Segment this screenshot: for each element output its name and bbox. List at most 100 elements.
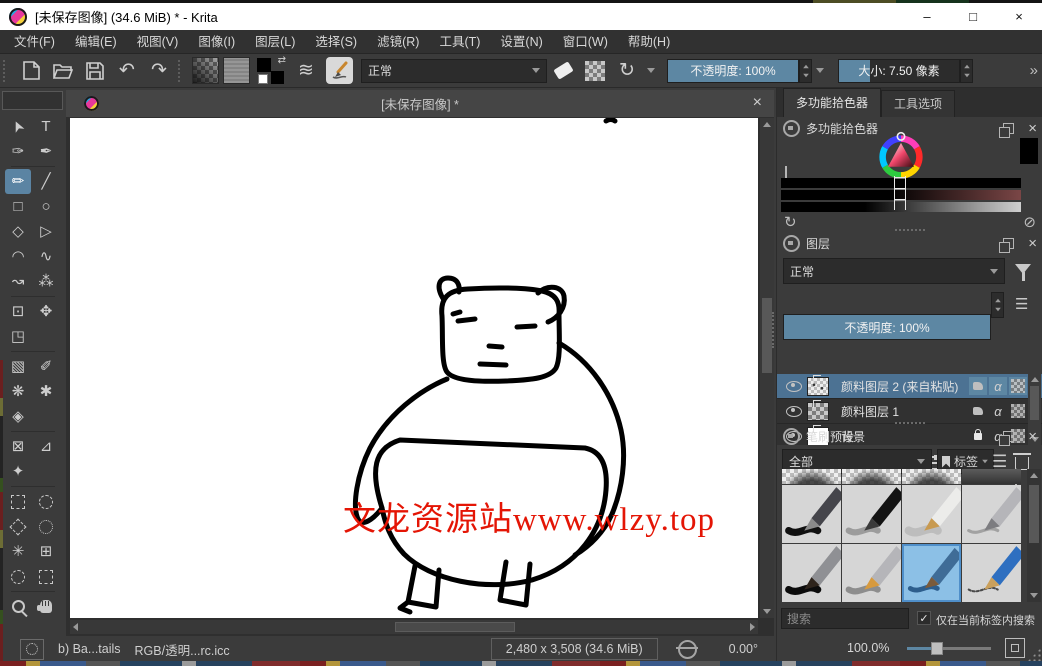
layer-visibility-icon[interactable] xyxy=(786,405,802,417)
rectangle-tool[interactable]: □ xyxy=(5,194,31,219)
close-button[interactable]: × xyxy=(996,3,1042,30)
text-tool[interactable]: T xyxy=(33,114,59,139)
layer-row[interactable]: 颜料图层 2 (来自粘贴) α xyxy=(777,374,1042,399)
preset-blender-brush[interactable] xyxy=(842,544,901,602)
close-docker-icon[interactable]: × xyxy=(1028,236,1037,251)
subwindow-titlebar[interactable]: [未保存图像] * xyxy=(66,90,774,117)
layer-visibility-icon[interactable] xyxy=(786,380,802,392)
crop-tool[interactable]: ◳ xyxy=(5,324,31,349)
toolbox-header[interactable] xyxy=(2,91,63,110)
preset-eraser-soft[interactable] xyxy=(902,469,961,484)
pattern-chooser[interactable] xyxy=(223,57,250,84)
preset-zoom-slider[interactable] xyxy=(907,641,992,655)
layer-filter-icon[interactable] xyxy=(1015,264,1031,281)
layer-alpha-icon[interactable]: α xyxy=(989,402,1007,420)
layer-alpha-inherit-icon[interactable] xyxy=(1009,377,1027,395)
docker-resize-handle[interactable] xyxy=(895,422,925,424)
menu-item[interactable]: 图像(I) xyxy=(188,30,245,54)
panel-splitter[interactable] xyxy=(772,312,778,348)
current-color-swatch[interactable] xyxy=(1020,138,1038,164)
background-color[interactable] xyxy=(271,70,284,84)
select-shapes-tool[interactable]: ➤ xyxy=(5,114,31,139)
docker-lock-icon[interactable] xyxy=(783,234,800,252)
float-docker-icon[interactable] xyxy=(999,237,1015,253)
canvas[interactable]: 文龙资源站www.wlzy.top xyxy=(70,118,758,618)
layer-lock-icon[interactable] xyxy=(969,402,987,420)
menu-item[interactable]: 编辑(E) xyxy=(65,30,127,54)
reload-preset-button[interactable]: ↻ xyxy=(614,58,640,84)
menu-item[interactable]: 文件(F) xyxy=(4,30,65,54)
polygon-select-tool[interactable] xyxy=(5,514,31,539)
menu-item[interactable]: 滤镜(R) xyxy=(367,30,429,54)
brush-size-slider[interactable]: 大小: 7.50 像素 xyxy=(838,58,960,83)
vscroll-thumb[interactable] xyxy=(762,298,772,373)
preset-grid-scrollbar[interactable] xyxy=(1027,469,1041,602)
menu-item[interactable]: 选择(S) xyxy=(305,30,367,54)
magnetic-select-tool[interactable] xyxy=(33,564,59,589)
foreground-background-colors[interactable]: ⇄ xyxy=(256,55,286,85)
layer-blend-mode-select[interactable]: 正常 xyxy=(783,258,1005,284)
opacity-dropdown[interactable] xyxy=(812,59,828,83)
freehand-brush-tool[interactable]: ✏ xyxy=(5,169,31,194)
ellipse-select-tool[interactable] xyxy=(33,489,59,514)
preset-pencil-blue[interactable] xyxy=(962,544,1021,602)
subwindow-close-button[interactable]: × xyxy=(753,94,762,112)
eraser-mode-button[interactable] xyxy=(550,58,576,84)
save-button[interactable] xyxy=(82,58,108,84)
menu-item[interactable]: 设置(N) xyxy=(490,30,552,54)
menu-item[interactable]: 视图(V) xyxy=(127,30,189,54)
preset-zoom-handle[interactable] xyxy=(930,641,943,655)
multibrush-tool[interactable]: ⁂ xyxy=(33,269,59,294)
zoom-tool[interactable] xyxy=(5,594,31,619)
measure-tool[interactable]: ⊿ xyxy=(33,434,59,459)
smart-patch-tool[interactable]: ✱ xyxy=(33,379,59,404)
docker-tab[interactable]: 工具选项 xyxy=(881,90,956,117)
magic-wand-select-tool[interactable]: ✳ xyxy=(5,539,31,564)
layer-opacity-slider[interactable]: 不透明度: 100% xyxy=(783,314,991,340)
docker-lock-icon[interactable] xyxy=(783,427,800,445)
preset-airbrush-dark[interactable] xyxy=(962,469,1021,484)
layer-opacity-spinner[interactable] xyxy=(991,292,1004,318)
layer-lock-icon[interactable] xyxy=(969,377,987,395)
preset-airbrush-pen[interactable] xyxy=(902,485,961,543)
foreground-color[interactable] xyxy=(257,57,271,72)
layer-row[interactable]: 颜料图层 1 α xyxy=(777,399,1042,424)
undo-button[interactable]: ↶ xyxy=(114,58,140,84)
menu-item[interactable]: 窗口(W) xyxy=(553,30,618,54)
menu-item[interactable]: 帮助(H) xyxy=(618,30,680,54)
new-document-button[interactable] xyxy=(18,58,44,84)
preset-ink-brush[interactable] xyxy=(782,544,841,602)
polyline-tool[interactable]: ▷ xyxy=(33,219,59,244)
preset-eraser-small[interactable] xyxy=(842,469,901,484)
docker-lock-icon[interactable] xyxy=(783,119,800,137)
menu-item[interactable]: 图层(L) xyxy=(245,30,305,54)
dynamic-brush-tool[interactable]: ↝ xyxy=(5,269,31,294)
toolbar-grip[interactable] xyxy=(3,59,11,82)
canvas-rotation-dial[interactable] xyxy=(675,639,698,659)
layer-alpha-icon[interactable]: α xyxy=(989,377,1007,395)
canvas-vscrollbar[interactable] xyxy=(760,118,774,618)
shade-bar-marker[interactable] xyxy=(894,176,906,210)
refresh-history-icon[interactable]: ↻ xyxy=(784,213,797,231)
gradient-chooser[interactable] xyxy=(192,57,219,84)
close-docker-icon[interactable]: × xyxy=(1028,121,1037,136)
transform-tool[interactable]: ⊡ xyxy=(5,299,31,324)
bezier-select-tool[interactable] xyxy=(5,564,31,589)
hscroll-thumb[interactable] xyxy=(395,622,515,632)
opacity-slider[interactable]: 不透明度: 100% xyxy=(667,58,799,83)
layer-options-menu-icon[interactable]: ☰ xyxy=(1015,295,1028,313)
edit-shapes-tool[interactable]: ✑ xyxy=(5,139,31,164)
fill-tool[interactable]: ◈ xyxy=(5,404,31,429)
blend-mode-select[interactable]: 正常 xyxy=(361,58,547,83)
preset-view-button[interactable] xyxy=(1005,638,1026,658)
layer-alpha-inherit-icon[interactable] xyxy=(1009,402,1027,420)
minimize-button[interactable]: – xyxy=(904,3,950,30)
bezier-curve-tool[interactable]: ◠ xyxy=(5,244,31,269)
freehand-select-tool[interactable] xyxy=(33,514,59,539)
canvas-hscrollbar[interactable] xyxy=(70,620,758,634)
freehand-path-tool[interactable]: ∿ xyxy=(33,244,59,269)
toolbar-grip[interactable] xyxy=(178,59,186,82)
color-sampler-tool[interactable]: ✐ xyxy=(33,354,59,379)
swap-colors-icon[interactable]: ⇄ xyxy=(278,55,286,66)
preset-sketch-pen[interactable] xyxy=(962,485,1021,543)
